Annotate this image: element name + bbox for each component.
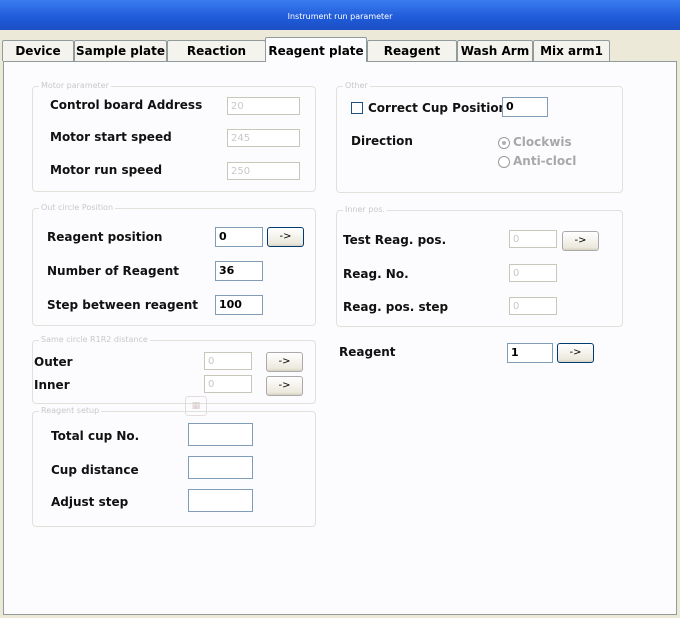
inner-go-button[interactable]: -> xyxy=(266,376,303,396)
outer-go-button[interactable]: -> xyxy=(266,352,303,372)
tab-reagent-plate[interactable]: Reagent plate xyxy=(265,37,367,62)
reagent-field[interactable]: 1 xyxy=(507,343,553,363)
inner-label: Inner xyxy=(34,378,70,392)
reag-no-label: Reag. No. xyxy=(343,267,409,281)
reagent-position-go-button[interactable]: -> xyxy=(267,227,304,247)
motor-start-speed-field[interactable]: 245 xyxy=(227,129,300,147)
test-reag-pos-label: Test Reag. pos. xyxy=(343,233,447,247)
test-reag-pos-go-button[interactable]: -> xyxy=(562,231,599,251)
clockwise-radio[interactable] xyxy=(498,137,510,149)
inner-pos-legend: Inner pos. xyxy=(343,204,387,216)
other-legend: Other xyxy=(343,80,370,92)
reagent-position-field[interactable]: 0 xyxy=(215,227,263,247)
motor-start-speed-label: Motor start speed xyxy=(50,130,172,144)
title-bar: Instrument run parameter xyxy=(0,0,680,30)
tab-device[interactable]: Device xyxy=(2,40,74,61)
window-title: Instrument run parameter xyxy=(287,12,393,21)
number-of-reagent-field[interactable]: 36 xyxy=(215,261,263,281)
tab-wash-arm[interactable]: Wash Arm xyxy=(457,40,533,61)
same-circle-legend: Same circle R1R2 distance xyxy=(39,334,150,346)
outer-label: Outer xyxy=(34,355,73,369)
tab-sample-plate[interactable]: Sample plate xyxy=(74,40,167,61)
control-board-label: Control board Address xyxy=(50,98,203,112)
direction-label: Direction xyxy=(351,134,413,148)
reagent-go-button[interactable]: -> xyxy=(557,343,594,363)
reag-pos-step-field[interactable]: 0 xyxy=(509,297,557,315)
out-circle-legend: Out circle Position xyxy=(39,202,116,214)
correct-cup-label: Correct Cup Position xyxy=(368,101,508,115)
reag-no-field[interactable]: 0 xyxy=(509,264,557,282)
adjust-step-field[interactable] xyxy=(188,489,253,512)
cup-distance-label: Cup distance xyxy=(51,463,139,477)
outer-field[interactable]: 0 xyxy=(204,352,252,370)
cup-distance-field[interactable] xyxy=(188,456,253,479)
tab-reagent-arm[interactable]: Reagent Arm xyxy=(367,40,457,78)
tab-mix-arm1[interactable]: Mix arm1 xyxy=(533,40,610,61)
anticlock-radio[interactable] xyxy=(498,156,510,168)
clockwise-label: Clockwis xyxy=(513,135,572,149)
motor-run-speed-label: Motor run speed xyxy=(50,163,163,177)
step-between-reagent-field[interactable]: 100 xyxy=(215,295,263,315)
total-cup-field[interactable] xyxy=(188,423,253,446)
number-of-reagent-label: Number of Reagent xyxy=(47,264,180,278)
motor-run-speed-field[interactable]: 250 xyxy=(227,162,300,180)
total-cup-label: Total cup No. xyxy=(51,429,140,443)
adjust-step-label: Adjust step xyxy=(51,495,129,509)
motor-parameter-legend: Motor parameter xyxy=(39,80,111,92)
reagent-position-label: Reagent position xyxy=(47,230,163,244)
test-reag-pos-field[interactable]: 0 xyxy=(509,230,557,248)
correct-cup-checkbox[interactable] xyxy=(351,102,363,114)
tab-reaction-plate[interactable]: Reaction plate xyxy=(167,40,266,78)
reag-pos-step-label: Reag. pos. step xyxy=(343,300,449,314)
inner-field[interactable]: 0 xyxy=(204,375,252,393)
correct-cup-field[interactable]: 0 xyxy=(502,97,548,117)
reagent-label: Reagent xyxy=(339,345,396,359)
reagent-setup-legend: Reagent setup xyxy=(39,405,102,417)
step-between-reagent-label: Step between reagent xyxy=(47,298,198,312)
control-board-field[interactable]: 20 xyxy=(227,97,300,115)
anticlock-label: Anti-clocl xyxy=(513,154,577,168)
